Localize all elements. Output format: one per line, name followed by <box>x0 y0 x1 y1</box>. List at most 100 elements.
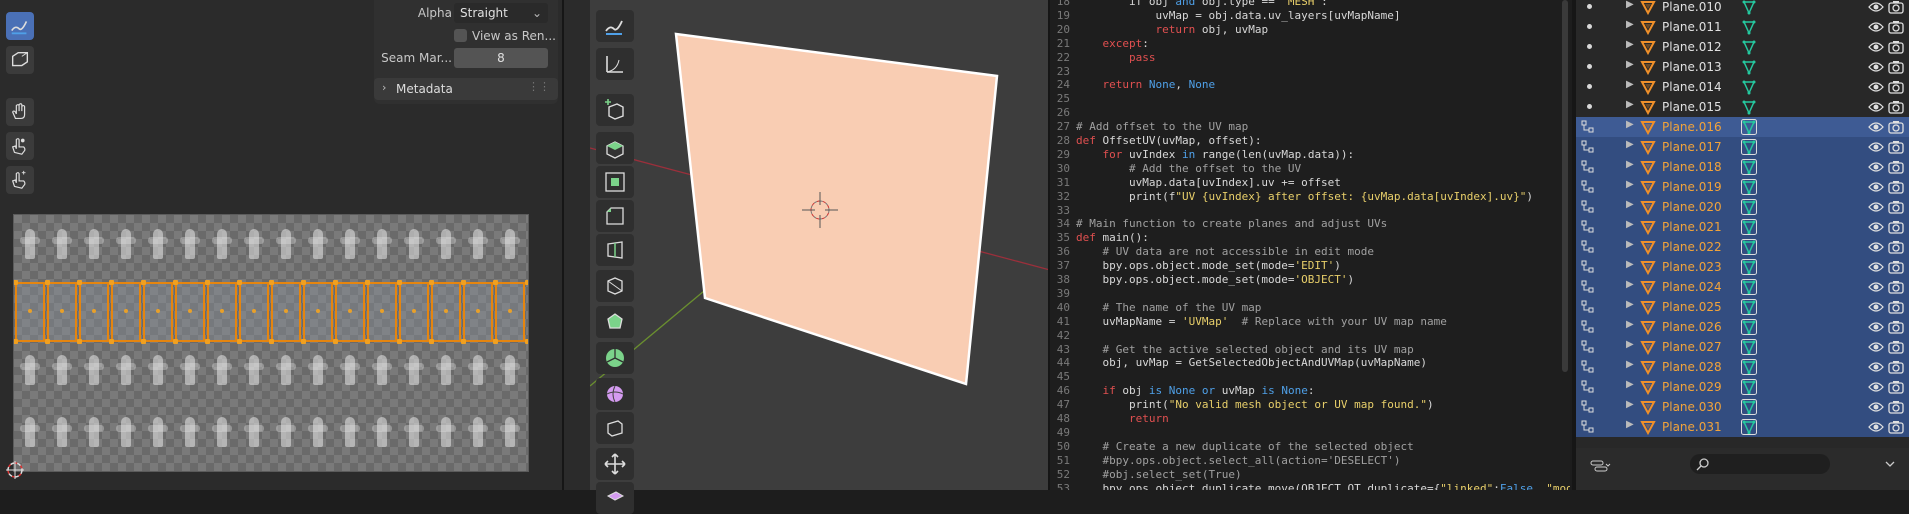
code-line[interactable]: 19 uvMap = obj.data.uv_layers[uvMapName] <box>1050 9 1401 23</box>
viewport-tool-rip[interactable] <box>596 482 634 514</box>
mesh-data-icon[interactable] <box>1741 299 1757 315</box>
object-name[interactable]: Plane.010 <box>1662 0 1722 14</box>
collection-dot-icon[interactable] <box>1587 44 1592 49</box>
camera-render-icon[interactable] <box>1888 240 1904 254</box>
code-line[interactable]: 18 if obj and obj.type == 'MESH': <box>1050 0 1328 9</box>
expand-arrow-icon[interactable]: ▶ <box>1626 39 1634 50</box>
outliner-row[interactable]: ▶ Plane.012 <box>1576 37 1909 57</box>
uv-face-selected[interactable] <box>239 282 269 342</box>
code-line[interactable]: 22 pass <box>1050 51 1156 65</box>
camera-render-icon[interactable] <box>1888 340 1904 354</box>
outliner-row[interactable]: ▶ Plane.014 <box>1576 77 1909 97</box>
outliner-row[interactable]: ▶ Plane.010 <box>1576 0 1909 17</box>
code-line[interactable]: 37 bpy.ops.object.mode_set(mode='EDIT') <box>1050 259 1341 273</box>
eye-icon[interactable] <box>1868 160 1884 174</box>
expand-arrow-icon[interactable]: ▶ <box>1626 319 1634 330</box>
uv-vertex[interactable] <box>461 339 466 344</box>
uv-face-selected[interactable] <box>143 282 173 342</box>
camera-render-icon[interactable] <box>1888 160 1904 174</box>
collection-dot-icon[interactable] <box>1587 104 1592 109</box>
camera-render-icon[interactable] <box>1888 300 1904 314</box>
object-name[interactable]: Plane.019 <box>1662 180 1722 194</box>
expand-arrow-icon[interactable]: ▶ <box>1626 59 1634 70</box>
outliner-row[interactable]: ▶ Plane.018 <box>1576 157 1909 177</box>
code-line[interactable]: 41 uvMapName = 'UVMap' # Replace with yo… <box>1050 315 1447 329</box>
hierarchy-icon[interactable] <box>1581 300 1595 314</box>
uv-vertex[interactable] <box>109 339 114 344</box>
code-line[interactable]: 44 obj, uvMap = GetSelectedObjectAndUVMa… <box>1050 356 1427 370</box>
viewport-tool-extrude[interactable] <box>596 132 634 164</box>
hierarchy-icon[interactable] <box>1581 400 1595 414</box>
code-line[interactable]: 52 #obj.select_set(True) <box>1050 468 1242 482</box>
uv-vertex[interactable] <box>45 280 50 285</box>
camera-render-icon[interactable] <box>1888 380 1904 394</box>
hierarchy-icon[interactable] <box>1581 280 1595 294</box>
uv-tool-grab-hand[interactable] <box>6 98 34 126</box>
expand-arrow-icon[interactable]: ▶ <box>1626 79 1634 90</box>
camera-render-icon[interactable] <box>1888 320 1904 334</box>
outliner-search-input[interactable] <box>1690 454 1830 474</box>
hierarchy-icon[interactable] <box>1581 260 1595 274</box>
code-line[interactable]: 20 return obj, uvMap <box>1050 23 1268 37</box>
metadata-panel-header[interactable]: › Metadata ⋮⋮ <box>374 78 558 100</box>
eye-icon[interactable] <box>1868 100 1884 114</box>
expand-arrow-icon[interactable]: ▶ <box>1626 419 1634 430</box>
uv-vertex[interactable] <box>269 339 274 344</box>
code-line[interactable]: 39 <box>1050 287 1076 301</box>
hierarchy-icon[interactable] <box>1581 140 1595 154</box>
camera-render-icon[interactable] <box>1888 20 1904 34</box>
code-line[interactable]: 25 <box>1050 92 1076 106</box>
eye-icon[interactable] <box>1868 400 1884 414</box>
object-name[interactable]: Plane.022 <box>1662 240 1722 254</box>
object-name[interactable]: Plane.031 <box>1662 420 1722 434</box>
uv-face-selected[interactable] <box>431 282 461 342</box>
uv-vertex[interactable] <box>525 280 528 285</box>
object-name[interactable]: Plane.015 <box>1662 100 1722 114</box>
view-as-render-checkbox[interactable] <box>454 29 467 42</box>
code-line[interactable]: 34 # Main function to create planes and a… <box>1050 217 1388 231</box>
uv-vertex[interactable] <box>365 280 370 285</box>
uv-vertex[interactable] <box>397 280 402 285</box>
code-line[interactable]: 33 <box>1050 204 1076 218</box>
camera-render-icon[interactable] <box>1888 220 1904 234</box>
expand-arrow-icon[interactable]: ▶ <box>1626 19 1634 30</box>
code-line[interactable]: 40 # The name of the UV map <box>1050 301 1262 315</box>
viewport-tool-bevel[interactable] <box>596 200 634 232</box>
camera-render-icon[interactable] <box>1888 100 1904 114</box>
uv-face-selected[interactable] <box>207 282 237 342</box>
object-name[interactable]: Plane.016 <box>1662 120 1722 134</box>
outliner-row[interactable]: ▶ Plane.017 <box>1576 137 1909 157</box>
outliner-row[interactable]: ▶ Plane.030 <box>1576 397 1909 417</box>
mesh-data-icon[interactable] <box>1741 379 1757 395</box>
object-name[interactable]: Plane.028 <box>1662 360 1722 374</box>
uv-vertex[interactable] <box>237 280 242 285</box>
uv-vertex[interactable] <box>365 339 370 344</box>
camera-render-icon[interactable] <box>1888 280 1904 294</box>
uv-face-selected[interactable] <box>463 282 493 342</box>
uv-vertex[interactable] <box>429 339 434 344</box>
uv-face-selected[interactable] <box>335 282 365 342</box>
uv-vertex[interactable] <box>397 339 402 344</box>
code-line[interactable]: 45 <box>1050 370 1076 384</box>
camera-render-icon[interactable] <box>1888 0 1904 14</box>
viewport-tool-measure[interactable] <box>596 48 634 80</box>
outliner-row[interactable]: ▶ Plane.025 <box>1576 297 1909 317</box>
mesh-data-icon[interactable] <box>1741 239 1757 255</box>
expand-arrow-icon[interactable]: ▶ <box>1626 179 1634 190</box>
uv-vertex[interactable] <box>109 280 114 285</box>
mesh-data-icon[interactable] <box>1741 79 1757 95</box>
text-editor-scrollbar[interactable] <box>1562 0 1568 372</box>
expand-arrow-icon[interactable]: ▶ <box>1626 159 1634 170</box>
outliner-row[interactable]: ▶ Plane.016 <box>1576 117 1909 137</box>
object-name[interactable]: Plane.025 <box>1662 300 1722 314</box>
eye-icon[interactable] <box>1868 200 1884 214</box>
uv-face-selected[interactable] <box>271 282 301 342</box>
outliner-row[interactable]: ▶ Plane.019 <box>1576 177 1909 197</box>
mesh-data-icon[interactable] <box>1741 59 1757 75</box>
collection-dot-icon[interactable] <box>1587 24 1592 29</box>
eye-icon[interactable] <box>1868 140 1884 154</box>
viewport-tool-poly-build[interactable] <box>596 306 634 338</box>
camera-render-icon[interactable] <box>1888 360 1904 374</box>
mesh-data-icon[interactable] <box>1741 39 1757 55</box>
text-editor-area[interactable]: 18 if obj and obj.type == 'MESH': 19 uvMa… <box>1050 0 1570 490</box>
